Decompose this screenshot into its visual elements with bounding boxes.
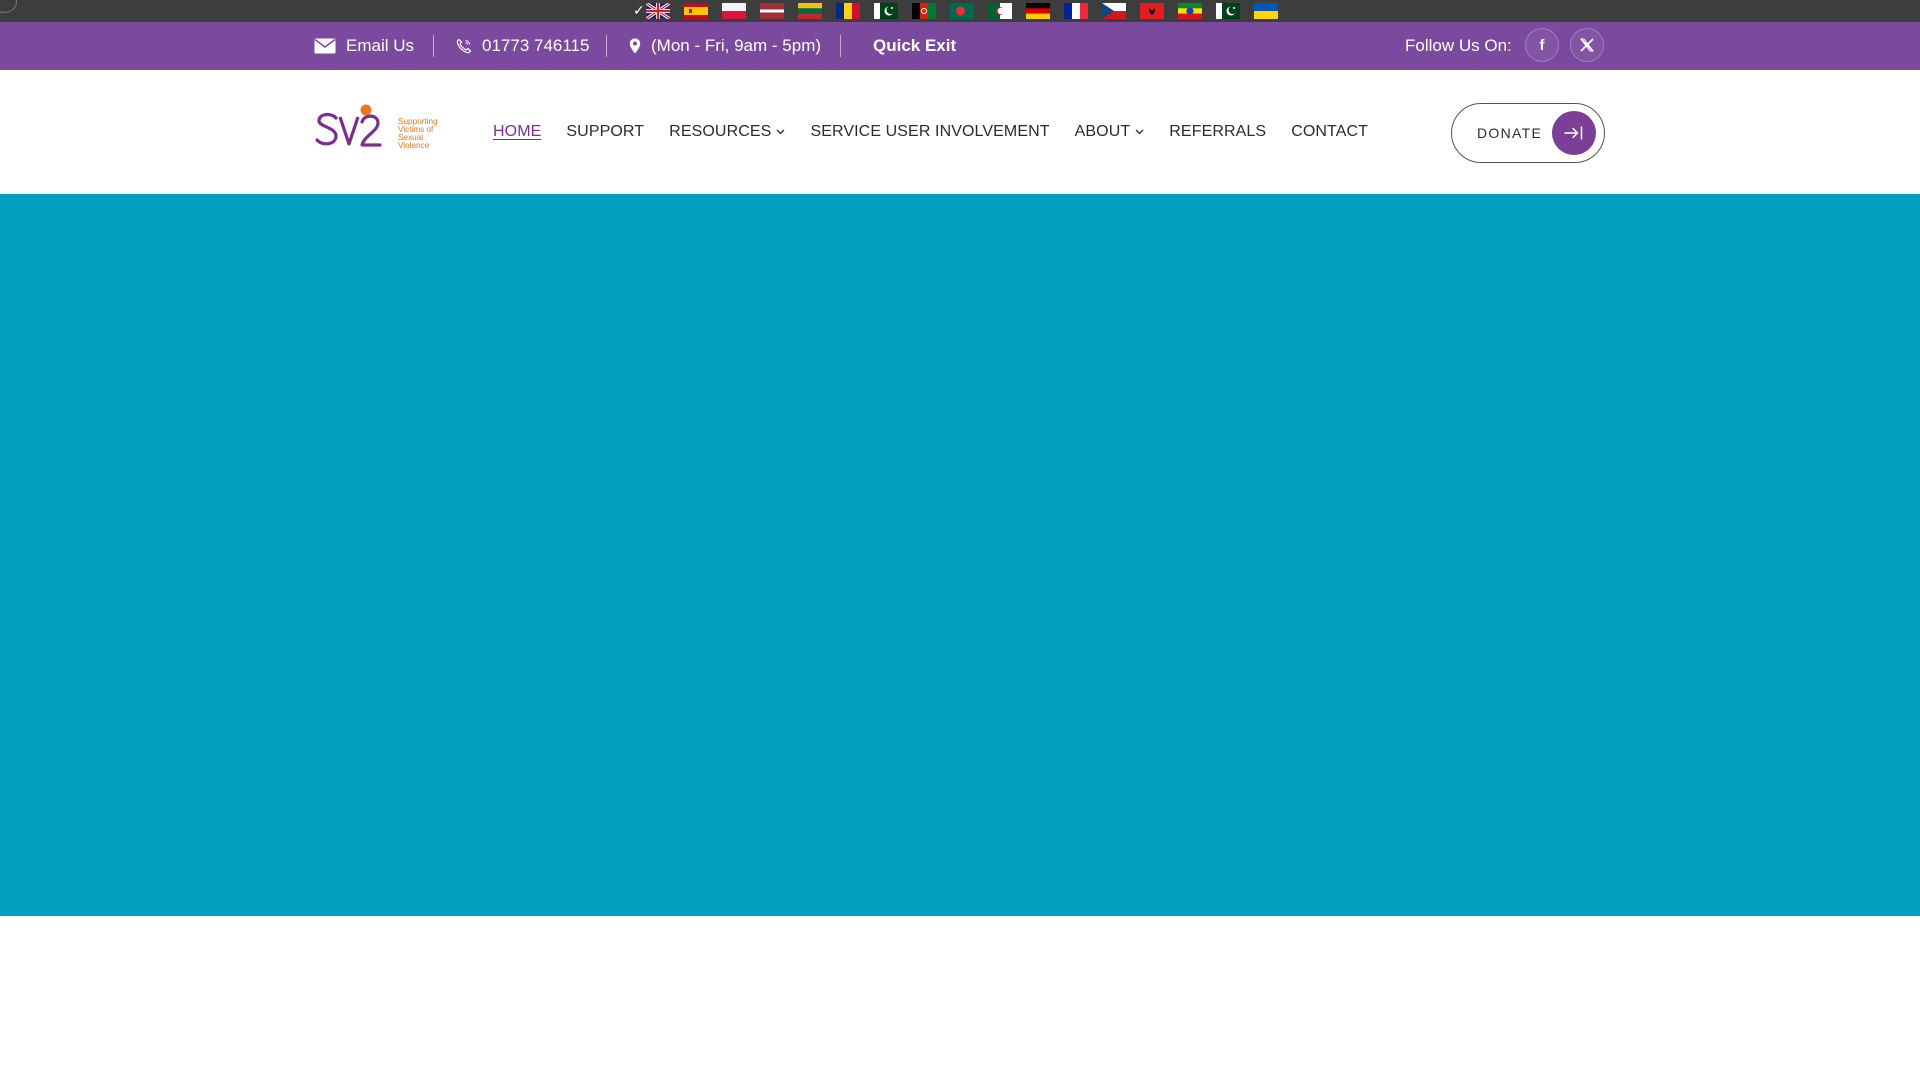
arrow-right-to-bar-icon [1552, 111, 1596, 155]
nav-support[interactable]: SUPPORT [566, 123, 644, 141]
latvian-flag[interactable] [759, 3, 784, 19]
follow-us-label: Follow Us On: [1405, 36, 1512, 55]
donate-button[interactable]: DONATE [1451, 103, 1605, 163]
email-label: Email Us [346, 36, 415, 55]
nav-referrals[interactable]: REFERRALS [1169, 123, 1266, 141]
nav-support-label: SUPPORT [566, 123, 645, 140]
phone-number: 01773 746115 [482, 36, 590, 55]
phone-icon [456, 38, 472, 54]
nav-about[interactable]: ABOUT [1075, 123, 1145, 141]
polish-flag[interactable] [721, 3, 746, 19]
nav-resources[interactable]: RESOURCES [669, 123, 785, 141]
spanish-flag[interactable] [683, 3, 708, 19]
nav-contact-label: CONTACT [1291, 123, 1369, 140]
sv2-logo[interactable]: Supporting Victims of Sexual Violence [314, 104, 446, 160]
nav-resources-label: RESOURCES [669, 123, 772, 140]
nav-service-user-involvement[interactable]: SERVICE USER INVOLVEMENT [810, 123, 1049, 141]
romanian-flag[interactable] [835, 3, 860, 19]
top-contact-bar: Email Us 01773 746115 (Mon - Fri, 9am - … [0, 22, 1920, 70]
phone-link[interactable]: 01773 746115 [456, 22, 589, 70]
language-flags: ✓ [633, 2, 1278, 20]
nav-home-label: HOME [493, 123, 542, 140]
french-flag[interactable] [1063, 3, 1088, 19]
envelope-icon [314, 38, 336, 54]
nav-about-label: ABOUT [1074, 123, 1131, 140]
selected-check-icon: ✓ [633, 3, 645, 19]
hero-banner [0, 194, 1920, 916]
x-twitter-icon[interactable] [1570, 28, 1604, 62]
logo-tagline-4: Violence [398, 141, 430, 150]
algerian-flag[interactable] [987, 3, 1012, 19]
urdu-pakistan-flag[interactable] [873, 3, 898, 19]
divider [433, 35, 434, 57]
opening-hours: (Mon - Fri, 9am - 5pm) [629, 22, 821, 70]
ukrainian-flag[interactable] [1253, 3, 1278, 19]
map-pin-icon [629, 38, 641, 54]
czech-flag[interactable] [1101, 3, 1126, 19]
pakistani-flag[interactable] [1215, 3, 1240, 19]
nav-service-user-involvement-label: SERVICE USER INVOLVEMENT [810, 123, 1050, 140]
english-uk-flag[interactable] [645, 3, 670, 19]
divider [840, 35, 841, 57]
hours-text: (Mon - Fri, 9am - 5pm) [651, 36, 822, 55]
quick-exit-button[interactable]: Quick Exit [873, 22, 956, 70]
chevron-down-icon [776, 129, 785, 135]
site-header: Supporting Victims of Sexual Violence HO… [0, 70, 1920, 194]
lithuanian-flag[interactable] [797, 3, 822, 19]
bangladeshi-flag[interactable] [949, 3, 974, 19]
ethiopian-flag[interactable] [1177, 3, 1202, 19]
language-bar: ✓ [0, 0, 1920, 22]
main-nav: HOME SUPPORT RESOURCES SERVICE USER INVO… [493, 70, 1368, 194]
nav-contact[interactable]: CONTACT [1291, 123, 1368, 141]
albanian-flag[interactable] [1139, 3, 1164, 19]
donate-label: DONATE [1477, 125, 1543, 141]
german-flag[interactable] [1025, 3, 1050, 19]
afghan-flag[interactable] [911, 3, 936, 19]
email-link[interactable]: Email Us [314, 22, 414, 70]
divider [606, 35, 607, 57]
corner-circle-icon [0, 0, 17, 13]
nav-referrals-label: REFERRALS [1169, 123, 1267, 140]
facebook-icon[interactable]: f [1525, 28, 1559, 62]
chevron-down-icon [1135, 129, 1144, 135]
nav-home[interactable]: HOME [493, 123, 541, 141]
